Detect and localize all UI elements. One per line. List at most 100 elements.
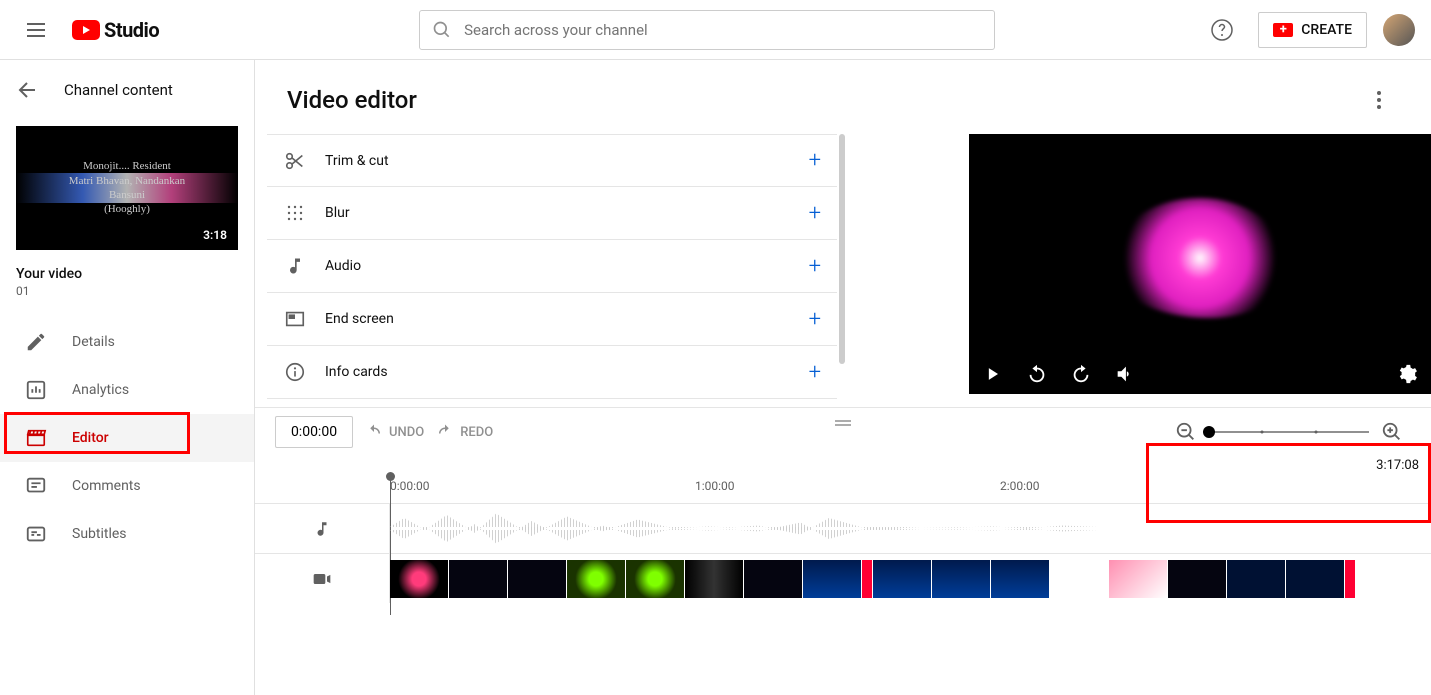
hamburger-menu[interactable] — [16, 10, 56, 50]
redo-button[interactable]: REDO — [436, 423, 493, 441]
back-label: Channel content — [64, 81, 173, 99]
frame-thumb — [390, 560, 448, 598]
app-header: Studio + CREATE — [0, 0, 1431, 60]
clapperboard-icon — [24, 426, 48, 450]
comment-icon — [24, 474, 48, 498]
video-player[interactable] — [969, 134, 1431, 394]
search-input[interactable] — [464, 21, 982, 39]
arrow-left-icon — [16, 78, 40, 102]
frame-thumb — [932, 560, 990, 598]
nav-editor-label: Editor — [72, 430, 109, 446]
nav-comments[interactable]: Comments — [0, 462, 254, 510]
frame-thumb — [449, 560, 507, 598]
frame-thumb — [685, 560, 743, 598]
ruler-tick-1: 1:00:00 — [695, 479, 735, 493]
audio-track-head — [255, 504, 390, 553]
video-track — [255, 553, 1431, 603]
add-icon[interactable]: + — [809, 360, 821, 385]
help-button[interactable] — [1202, 10, 1242, 50]
youtube-studio-logo[interactable]: Studio — [72, 18, 159, 42]
your-video-label: Your video — [0, 266, 254, 282]
drag-handle[interactable] — [833, 418, 853, 428]
timeline-ruler[interactable]: 0:00:00 1:00:00 2:00:00 — [390, 473, 1431, 503]
video-filmstrip[interactable] — [390, 554, 1431, 603]
subtitle-icon — [24, 522, 48, 546]
tool-trim-cut[interactable]: Trim & cut + — [267, 134, 837, 187]
tool-info-cards-label: Info cards — [325, 364, 791, 380]
tools-panel: Trim & cut + Blur + Audio + End screen + — [267, 134, 837, 399]
frame-thumb — [862, 560, 872, 598]
tool-blur[interactable]: Blur + — [267, 187, 837, 240]
tool-audio-label: Audio — [325, 258, 791, 274]
tool-audio[interactable]: Audio + — [267, 240, 837, 293]
zoom-in-button[interactable] — [1381, 421, 1403, 443]
frame-thumb — [1109, 560, 1167, 598]
volume-button[interactable] — [1113, 362, 1137, 386]
page-title: Video editor — [287, 86, 417, 114]
add-icon[interactable]: + — [809, 148, 821, 173]
ruler-tick-2: 2:00:00 — [1000, 479, 1040, 493]
thumb-text-1: Monojit.... Resident — [83, 159, 171, 173]
frame-thumb — [1286, 560, 1344, 598]
nav-subtitles[interactable]: Subtitles — [0, 510, 254, 558]
tool-trim-label: Trim & cut — [325, 153, 791, 169]
current-time-input[interactable] — [275, 416, 353, 448]
audio-waveform[interactable] — [390, 504, 1431, 553]
undo-label: UNDO — [389, 425, 424, 440]
tool-end-screen-label: End screen — [325, 311, 791, 327]
video-track-head — [255, 554, 390, 603]
zoom-slider-thumb[interactable] — [1203, 426, 1215, 438]
search-box[interactable] — [419, 10, 995, 50]
frame-thumb — [991, 560, 1049, 598]
undo-button[interactable]: UNDO — [365, 423, 424, 441]
frame-thumb — [508, 560, 566, 598]
frame-thumb — [1227, 560, 1285, 598]
nav-analytics[interactable]: Analytics — [0, 366, 254, 414]
more-vert-icon — [1367, 88, 1391, 112]
tool-info-cards[interactable]: Info cards + — [267, 346, 837, 399]
sidebar: Channel content Monojit.... Resident Mat… — [0, 60, 255, 695]
add-icon[interactable]: + — [809, 201, 821, 226]
back-to-channel[interactable]: Channel content — [0, 70, 254, 110]
search-icon — [432, 20, 452, 40]
video-frame-visual — [1110, 198, 1290, 318]
frame-thumb — [744, 560, 802, 598]
tool-end-screen[interactable]: End screen + — [267, 293, 837, 346]
rewind-10-button[interactable] — [1025, 362, 1049, 386]
duration-badge: 3:18 — [198, 226, 232, 244]
undo-icon — [365, 423, 383, 441]
frame-thumb — [803, 560, 861, 598]
tools-scrollbar[interactable] — [839, 134, 845, 364]
music-note-icon — [313, 520, 331, 538]
zoom-out-button[interactable] — [1175, 421, 1197, 443]
thumb-text-3: Bansuni — [109, 188, 145, 202]
nav-editor[interactable]: Editor — [0, 414, 254, 462]
zoom-slider[interactable] — [1209, 431, 1369, 433]
youtube-icon — [72, 20, 100, 40]
nav-details[interactable]: Details — [0, 318, 254, 366]
redo-icon — [436, 423, 454, 441]
add-icon[interactable]: + — [809, 254, 821, 279]
tool-blur-label: Blur — [325, 205, 791, 221]
frame-thumb — [1050, 560, 1108, 598]
settings-button[interactable] — [1395, 362, 1419, 386]
frame-thumb — [1345, 560, 1355, 598]
account-avatar[interactable] — [1383, 14, 1415, 46]
play-button[interactable] — [981, 362, 1005, 386]
video-thumbnail[interactable]: Monojit.... Resident Matri Bhavan, Nanda… — [16, 126, 238, 250]
create-button[interactable]: + CREATE — [1258, 12, 1367, 48]
total-duration: 3:17:08 — [1376, 454, 1419, 473]
thumb-text-2: Matri Bhavan, Nandankan — [69, 174, 185, 188]
more-options-button[interactable] — [1359, 80, 1399, 120]
nav-subtitles-label: Subtitles — [72, 526, 127, 542]
logo-text: Studio — [104, 18, 159, 42]
redo-label: REDO — [460, 425, 493, 440]
forward-10-button[interactable] — [1069, 362, 1093, 386]
ruler-tick-0: 0:00:00 — [390, 479, 430, 493]
add-icon[interactable]: + — [809, 307, 821, 332]
frame-thumb — [1168, 560, 1226, 598]
scissors-icon — [283, 149, 307, 173]
create-icon: + — [1273, 23, 1293, 37]
zoom-out-icon — [1175, 421, 1197, 443]
info-icon — [283, 360, 307, 384]
